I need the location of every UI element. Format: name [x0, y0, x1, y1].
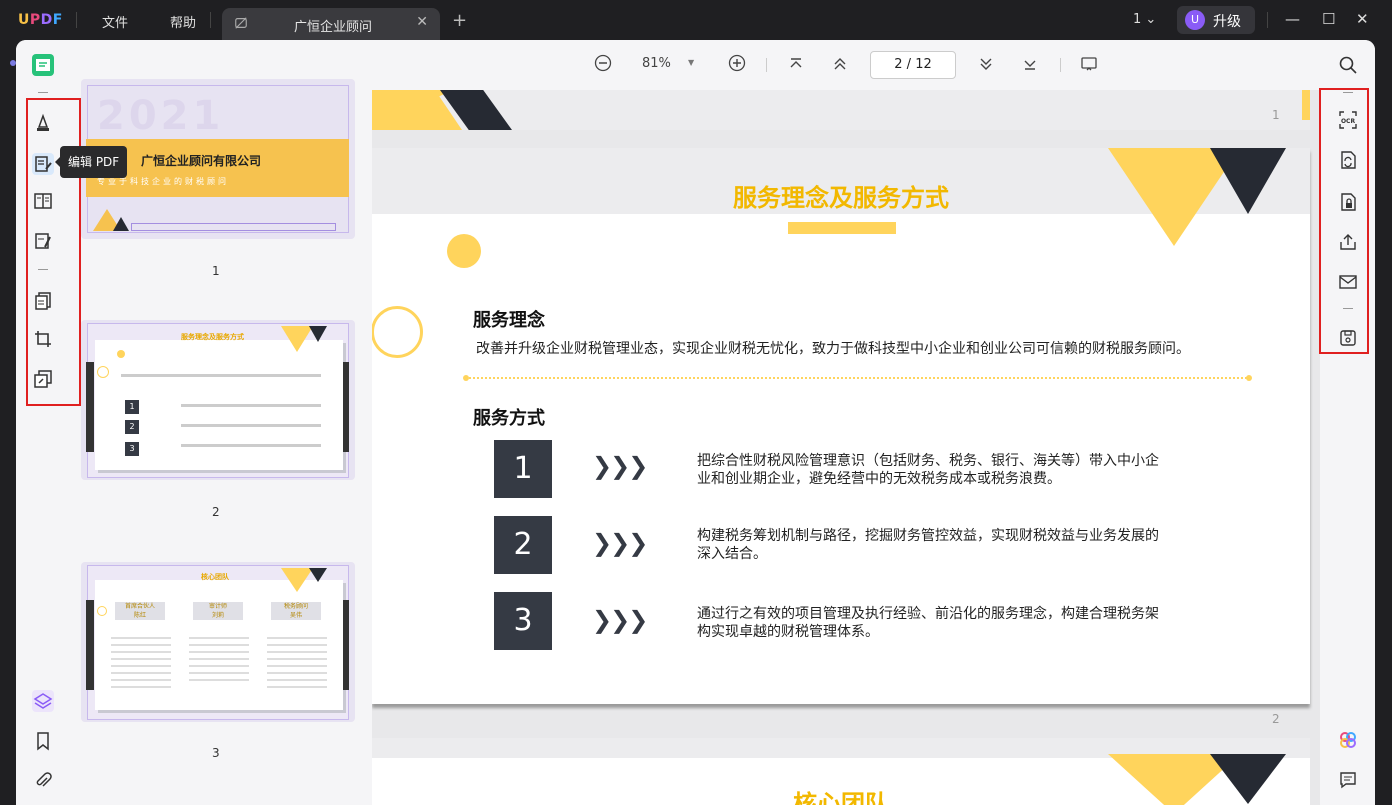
page-heading: 服务理念及服务方式 [733, 184, 949, 212]
last-page-icon[interactable] [1022, 56, 1038, 76]
method-title: 服务方式 [473, 408, 545, 429]
divider [76, 12, 77, 28]
page-1: 1 [372, 90, 1310, 130]
menu-file[interactable]: 文件 [102, 12, 128, 31]
method-number-3: 3 [494, 592, 552, 650]
no-edit-icon [234, 16, 248, 30]
upgrade-label: 升级 [1213, 14, 1241, 30]
presentation-icon[interactable] [1080, 55, 1098, 77]
page-2: 服务理念及服务方式 服务理念 改善并升级企业财税管理业态，实现企业财税无忧化，致… [372, 148, 1310, 704]
next-page-icon[interactable] [978, 56, 994, 76]
arrow-icon: ❯❯❯ [592, 452, 648, 480]
thumb-card: 税务顾问 吴伟 [271, 602, 321, 620]
page-number-label: 1 [1272, 108, 1280, 122]
first-page-icon[interactable] [788, 56, 804, 76]
upgrade-button[interactable]: U 升级 [1177, 6, 1255, 34]
divider [38, 92, 48, 93]
method-number-2: 2 [494, 516, 552, 574]
left-tools-highlight [26, 98, 81, 406]
comment-list-icon[interactable] [1338, 770, 1358, 790]
thumb-card: 首席合伙人 陈红 [115, 602, 165, 620]
divider [210, 12, 211, 28]
main-frame: 2021 广恒企业顾问有限公司 专业于科技企业的财税顾问 1 服务理念及服务方式… [16, 40, 1375, 805]
avatar: U [1185, 10, 1205, 30]
document-tab[interactable]: 广恒企业顾问 ✕ [222, 8, 440, 40]
document-viewer: 81% ▼ 2 / 12 1 服务理念及服务方式 服务理念 改善并升级企业财税管… [372, 40, 1320, 805]
page-number-label: 2 [1272, 712, 1280, 726]
concept-title: 服务理念 [473, 310, 545, 331]
tab-title: 广恒企业顾问 [294, 20, 373, 35]
page-number-input[interactable]: 2 / 12 [870, 51, 956, 79]
attachment-icon[interactable] [32, 770, 54, 792]
zoom-in-icon[interactable] [728, 54, 746, 76]
method-text-2: 构建税务筹划机制与路径，挖掘财务管控效益，实现财税效益与业务发展的深入结合。 [697, 528, 1159, 562]
thumb-title: 广恒企业顾问有限公司 [141, 154, 262, 168]
maximize-icon[interactable]: ☐ [1322, 10, 1335, 28]
concept-text: 改善并升级企业财税管理业态，实现企业财税无忧化，致力于做科技型中小企业和创业公司… [476, 341, 1190, 357]
close-tab-icon[interactable]: ✕ [416, 14, 428, 30]
previous-page-icon[interactable] [832, 56, 848, 76]
method-text-1: 把综合性财税风险管理意识（包括财务、税务、银行、海关等）带入中小企业和创业期企业… [697, 453, 1159, 487]
menu-help[interactable]: 帮助 [170, 12, 196, 31]
thumb-title: 服务理念及服务方式 [181, 333, 244, 341]
thumb-year: 2021 [97, 93, 225, 139]
close-window-icon[interactable]: ✕ [1356, 10, 1369, 28]
search-icon[interactable] [1338, 55, 1358, 75]
thumbnail-page-number: 1 [212, 264, 220, 278]
zoom-dropdown-icon[interactable]: ▼ [688, 58, 694, 67]
thumbnail-page-number: 2 [212, 505, 220, 519]
thumbnail-page-number: 3 [212, 746, 220, 760]
window-selector[interactable]: 1 ⌄ [1133, 12, 1156, 27]
arrow-icon: ❯❯❯ [592, 606, 648, 634]
bookmark-icon[interactable] [32, 730, 54, 752]
title-bar: UPDF 文件 帮助 广恒企业顾问 ✕ + 1 ⌄ U 升级 — ☐ ✕ [0, 0, 1392, 40]
zoom-level[interactable]: 81% [642, 56, 671, 71]
zoom-out-icon[interactable] [594, 54, 612, 76]
new-tab-icon[interactable]: + [452, 10, 467, 31]
method-text-3: 通过行之有效的项目管理及执行经验、前沿化的服务理念，构建合理税务架构实现卓越的财… [697, 606, 1159, 640]
page-3: 核心团队 [372, 738, 1310, 805]
layers-icon[interactable] [32, 690, 54, 712]
divider [1267, 12, 1268, 28]
thumbnail-page-3[interactable]: 核心团队 首席合伙人 陈红 审计师 刘莉 税务顾问 吴伟 [81, 562, 355, 722]
tooltip: 编辑 PDF [54, 146, 128, 178]
method-number-1: 1 [494, 440, 552, 498]
divider [1060, 58, 1061, 72]
thumb-card: 审计师 刘莉 [193, 602, 243, 620]
next-page-heading: 核心团队 [793, 790, 889, 805]
minimize-icon[interactable]: — [1285, 10, 1300, 28]
ai-assistant-icon[interactable] [1338, 730, 1358, 750]
thumb-title: 核心团队 [201, 573, 229, 581]
view-toolbar: 81% ▼ 2 / 12 [372, 40, 1320, 90]
reader-mode-icon[interactable] [32, 54, 54, 76]
right-tools-highlight [1319, 88, 1369, 354]
app-logo: UPDF [18, 12, 63, 28]
arrow-icon: ❯❯❯ [592, 529, 648, 557]
thumbnail-page-2[interactable]: 服务理念及服务方式 3 2 1 [81, 320, 355, 480]
divider [766, 58, 767, 72]
